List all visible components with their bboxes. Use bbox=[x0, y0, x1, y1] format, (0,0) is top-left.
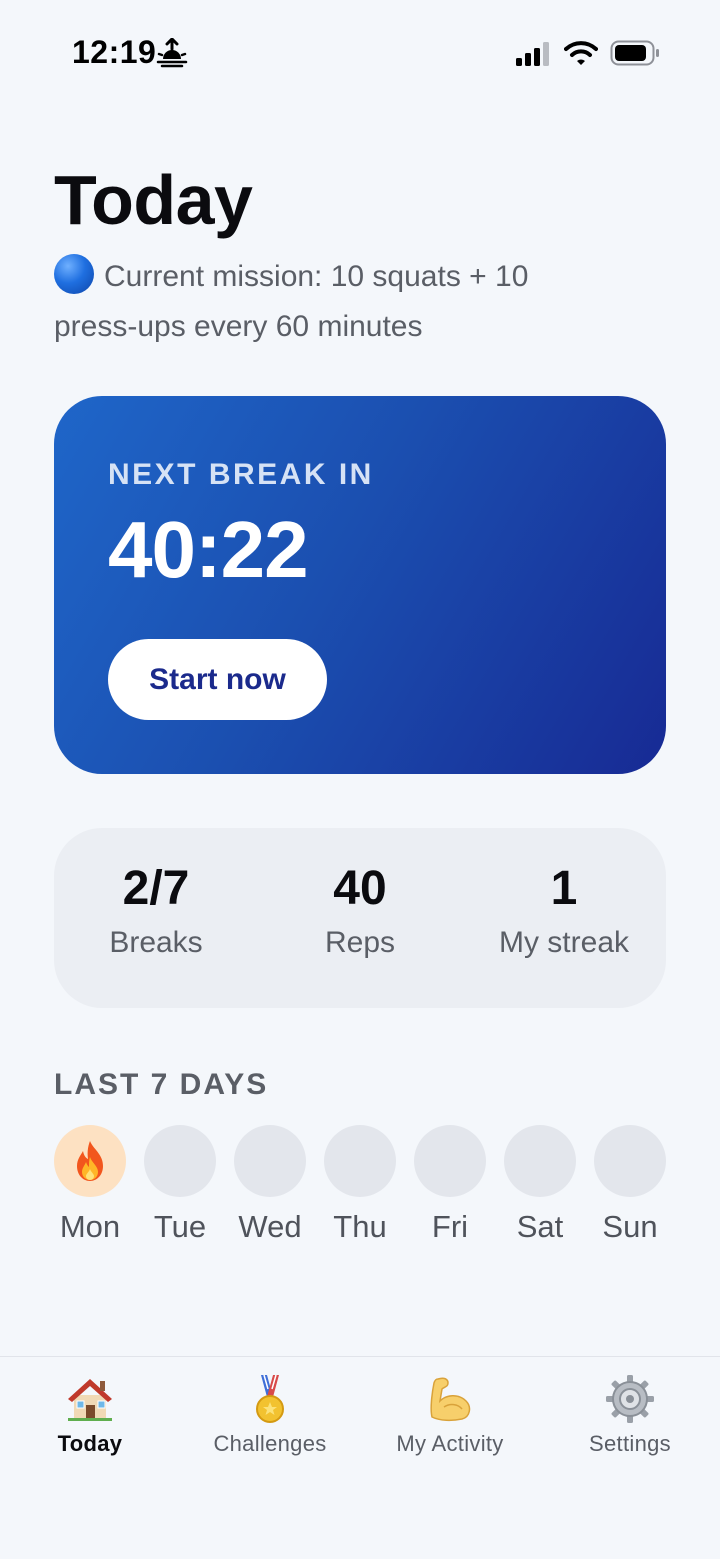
day-label: Mon bbox=[59, 1209, 121, 1244]
stat-streak: 1 My streak bbox=[462, 858, 666, 960]
tab-challenges[interactable]: Challenges bbox=[180, 1373, 360, 1457]
day-circle bbox=[234, 1125, 306, 1197]
day-label: Tue bbox=[153, 1209, 207, 1244]
day-thu: Thu bbox=[324, 1125, 396, 1244]
sunrise-icon bbox=[156, 38, 188, 68]
current-mission-text: Current mission: 10 squats + 10 press-up… bbox=[54, 260, 529, 343]
flexed-biceps-icon bbox=[430, 1377, 471, 1422]
day-mon: Mon bbox=[54, 1125, 126, 1244]
day-circle bbox=[414, 1125, 486, 1197]
day-sat: Sat bbox=[504, 1125, 576, 1244]
stat-breaks: 2/7 Breaks bbox=[54, 858, 258, 960]
day-circle bbox=[594, 1125, 666, 1197]
stat-value: 2/7 bbox=[122, 862, 190, 915]
wifi-icon bbox=[564, 41, 598, 65]
blue-circle-icon bbox=[54, 254, 94, 294]
tab-bar: Today Challenges My Activity Settings bbox=[0, 1356, 720, 1559]
stat-value: 40 bbox=[333, 862, 387, 915]
cellular-signal-icon bbox=[516, 42, 549, 66]
tab-settings[interactable]: Settings bbox=[540, 1373, 720, 1457]
status-time: 12:19 bbox=[72, 34, 157, 70]
day-label: Sun bbox=[602, 1209, 658, 1244]
gear-icon bbox=[606, 1375, 654, 1423]
tab-today[interactable]: Today bbox=[0, 1373, 180, 1457]
stat-label: Breaks bbox=[109, 926, 203, 959]
tab-label: Settings bbox=[589, 1431, 671, 1456]
medal-icon bbox=[256, 1374, 284, 1423]
day-label: Sat bbox=[516, 1209, 564, 1244]
stat-label: Reps bbox=[324, 926, 396, 959]
tab-label: Challenges bbox=[213, 1431, 327, 1456]
last-7-days-title: LAST 7 DAYS bbox=[54, 1068, 269, 1101]
page-title: Today bbox=[54, 161, 253, 239]
day-wed: Wed bbox=[234, 1125, 306, 1244]
day-label: Fri bbox=[431, 1209, 469, 1244]
day-fri: Fri bbox=[414, 1125, 486, 1244]
tab-label: Today bbox=[57, 1431, 123, 1456]
day-label: Thu bbox=[333, 1209, 387, 1244]
battery-icon bbox=[610, 40, 659, 66]
day-label: Wed bbox=[238, 1209, 302, 1244]
day-circle bbox=[54, 1125, 126, 1197]
tab-my-activity[interactable]: My Activity bbox=[360, 1373, 540, 1457]
day-tue: Tue bbox=[144, 1125, 216, 1244]
next-break-card: NEXT BREAK IN 40:22 Start now bbox=[54, 396, 666, 774]
stat-label: My streak bbox=[498, 926, 630, 959]
day-circle bbox=[504, 1125, 576, 1197]
tab-label: My Activity bbox=[396, 1431, 504, 1456]
day-sun: Sun bbox=[594, 1125, 666, 1244]
stat-reps: 40 Reps bbox=[258, 858, 462, 960]
current-mission: Current mission: 10 squats + 10 press-up… bbox=[54, 252, 614, 352]
stat-value: 1 bbox=[550, 862, 578, 915]
day-circle bbox=[324, 1125, 396, 1197]
next-break-countdown: 40:22 bbox=[108, 505, 309, 594]
start-now-button[interactable]: Start now bbox=[108, 639, 327, 720]
next-break-label: NEXT BREAK IN bbox=[108, 458, 374, 491]
last-7-days-row: Mon Tue Wed Thu Fri Sat Sun bbox=[54, 1125, 674, 1255]
fire-icon bbox=[77, 1141, 103, 1181]
day-circle bbox=[144, 1125, 216, 1197]
stats-card: 2/7 Breaks 40 Reps 1 My streak bbox=[54, 828, 666, 1008]
house-icon bbox=[68, 1379, 112, 1421]
status-bar: 12:19 bbox=[0, 0, 720, 100]
